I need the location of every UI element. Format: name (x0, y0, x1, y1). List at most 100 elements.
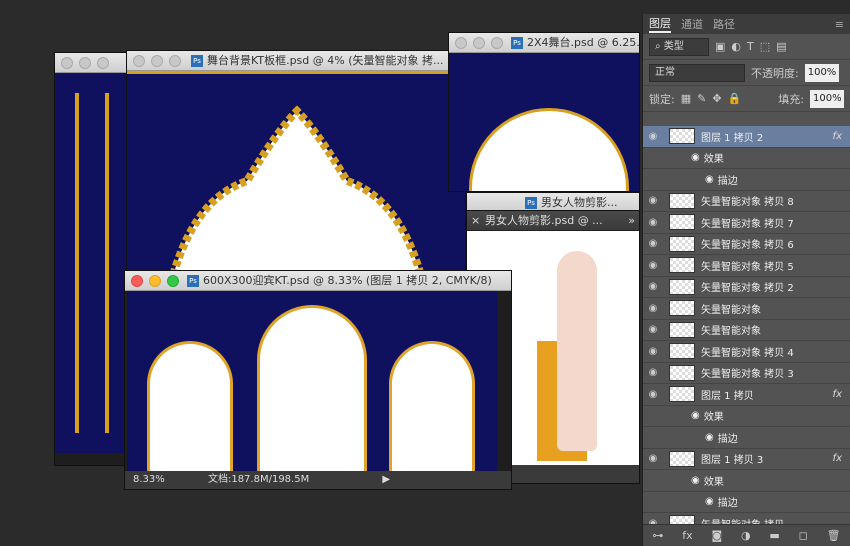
doc-window-stage-2x4[interactable]: Ps 2X4舞台.psd @ 6.25... (448, 32, 640, 192)
eye-icon[interactable]: ◉ (705, 432, 714, 443)
zoom-level[interactable]: 8.33% (133, 474, 165, 485)
new-layer-icon[interactable]: ◻ (799, 529, 808, 542)
mask-icon[interactable]: ◙ (711, 529, 722, 542)
more-tabs-icon[interactable]: » (628, 211, 635, 230)
doc-window-left-partial[interactable] (54, 52, 134, 466)
tab-paths[interactable]: 路径 (713, 16, 735, 32)
layer-row[interactable]: ◉矢量智能对象 拷贝 (643, 513, 850, 524)
tab-layers[interactable]: 图层 (649, 15, 671, 33)
layer-row[interactable]: ◉ 图层 1 拷贝 3 fx (643, 449, 850, 470)
filter-type-icon[interactable]: T (747, 40, 754, 53)
eye-icon[interactable]: ◉ (691, 475, 700, 486)
minimize-icon[interactable] (149, 275, 161, 287)
eye-icon[interactable]: ◉ (643, 195, 663, 206)
layer-row[interactable]: ◉ 矢量智能对象 拷贝 5 (643, 255, 850, 277)
minimize-icon[interactable] (79, 57, 91, 69)
titlebar[interactable]: Ps 舞台背景KT板框.psd @ 4% (矢量智能对象 拷... (127, 51, 465, 71)
minimize-icon[interactable] (473, 37, 485, 49)
layer-row[interactable]: ◉ 描边 (643, 169, 850, 191)
lock-transparent-icon[interactable]: ▦ (681, 92, 691, 105)
layer-name: 矢量智能对象 拷贝 6 (701, 240, 794, 252)
titlebar[interactable]: × 男女人物剪影.psd @ ... » (467, 211, 639, 231)
eye-icon[interactable]: ◉ (643, 367, 663, 378)
eye-icon[interactable]: ◉ (643, 281, 663, 292)
eye-icon[interactable]: ◉ (643, 303, 663, 314)
doc-info[interactable]: 文档:187.8M/198.5M (208, 474, 309, 485)
opacity-input[interactable]: 100% (804, 63, 839, 82)
tab-channels[interactable]: 通道 (681, 16, 703, 32)
filter-adjust-icon[interactable]: ◐ (731, 40, 741, 53)
window-title: 600X300迎宾KT.psd @ 8.33% (图层 1 拷贝 2, CMYK… (203, 274, 492, 287)
panel-menu-icon[interactable]: ≡ (835, 18, 844, 31)
layer-fx-icon[interactable]: fx (833, 453, 842, 464)
close-icon[interactable] (455, 37, 467, 49)
zoom-icon[interactable] (169, 55, 181, 67)
eye-icon[interactable]: ◉ (643, 238, 663, 249)
close-tab-icon[interactable]: × (471, 211, 480, 230)
blend-mode-select[interactable]: 正常 (649, 63, 745, 82)
canvas[interactable] (449, 53, 639, 191)
layer-row[interactable]: ◉ 矢量智能对象 拷贝 3 (643, 363, 850, 384)
lock-paint-icon[interactable]: ✎ (697, 92, 706, 105)
close-icon[interactable] (61, 57, 73, 69)
status-menu-arrow-icon[interactable]: ▶ (382, 474, 390, 485)
fill-input[interactable]: 100% (810, 89, 844, 108)
trash-icon[interactable]: 🗑 (827, 529, 841, 542)
titlebar[interactable]: Ps 600X300迎宾KT.psd @ 8.33% (图层 1 拷贝 2, CM… (125, 271, 511, 291)
zoom-icon[interactable] (491, 37, 503, 49)
layer-row[interactable]: ◉ 矢量智能对象 拷贝 4 (643, 341, 850, 363)
doc-window-welcome-kt[interactable]: Ps 600X300迎宾KT.psd @ 8.33% (图层 1 拷贝 2, CM… (124, 270, 512, 490)
layer-row[interactable]: ◉ 效果 (643, 406, 850, 427)
eye-icon[interactable]: ◉ (705, 174, 714, 185)
eye-icon[interactable]: ◉ (643, 324, 663, 335)
folder-icon[interactable]: ▬ (769, 529, 779, 542)
layer-row[interactable]: ◉ 图层 1 拷贝 fx (643, 384, 850, 406)
layer-row[interactable]: ◉ 描边 (643, 492, 850, 513)
lock-move-icon[interactable]: ✥ (712, 92, 721, 105)
layer-name: 矢量智能对象 拷贝 (701, 516, 784, 524)
layer-name: 矢量智能对象 拷贝 8 (701, 197, 794, 209)
minimize-icon[interactable] (151, 55, 163, 67)
eye-icon[interactable]: ◉ (643, 260, 663, 271)
layer-row[interactable]: ◉ 描边 (643, 427, 850, 449)
filter-shape-icon[interactable]: ⬚ (760, 40, 770, 53)
close-icon[interactable] (133, 55, 145, 67)
layer-fx-icon[interactable]: fx (833, 131, 842, 142)
eye-icon[interactable]: ◉ (705, 496, 714, 507)
layer-row[interactable]: ◉ 效果 (643, 470, 850, 492)
layer-row[interactable]: ◉ 图层 1 拷贝 2 fx (643, 126, 850, 148)
zoom-icon[interactable] (97, 57, 109, 69)
zoom-icon[interactable] (167, 275, 179, 287)
layer-filter-select[interactable]: ⌕ 类型 (649, 37, 709, 56)
layers-list[interactable]: ◉ 图层 1 拷贝 2 fx ◉ 效果 ◉ 描边 ◉ 矢量智能对象 拷贝 8 ◉ 矢量智能对象 拷贝… (643, 126, 850, 524)
eye-icon[interactable]: ◉ (643, 131, 663, 142)
layer-row[interactable]: ◉ 矢量智能对象 (643, 298, 850, 320)
layer-row[interactable]: ◉ 矢量智能对象 拷贝 8 (643, 191, 850, 212)
titlebar[interactable] (55, 53, 133, 73)
filter-pixel-icon[interactable]: ▣ (715, 40, 725, 53)
eye-icon[interactable]: ◉ (691, 410, 700, 421)
filter-smart-icon[interactable]: ▤ (776, 40, 786, 53)
layer-row[interactable]: ◉ 矢量智能对象 拷贝 6 (643, 234, 850, 255)
psd-file-icon: Ps (187, 275, 199, 287)
layer-row[interactable]: ◉ 效果 (643, 148, 850, 169)
titlebar[interactable]: Ps 2X4舞台.psd @ 6.25... (449, 33, 639, 53)
eye-icon[interactable]: ◉ (643, 389, 663, 400)
layer-row[interactable]: ◉ 矢量智能对象 拷贝 2 (643, 277, 850, 298)
layer-fx-icon[interactable]: fx (833, 389, 842, 400)
link-icon[interactable]: ⊶ (652, 529, 663, 542)
adjustment-icon[interactable]: ◑ (741, 529, 751, 542)
eye-icon[interactable]: ◉ (643, 453, 663, 464)
fx-icon[interactable]: fx (682, 529, 692, 542)
lock-all-icon[interactable]: 🔒 (728, 92, 742, 105)
eye-icon[interactable]: ◉ (643, 346, 663, 357)
close-icon[interactable] (131, 275, 143, 287)
layer-thumbnail (669, 450, 695, 467)
layer-row[interactable]: ◉ 矢量智能对象 (643, 320, 850, 341)
layer-name: 效果 (703, 476, 724, 488)
canvas[interactable] (127, 291, 497, 485)
eye-icon[interactable]: ◉ (691, 152, 700, 163)
doc-window-silhouette-back[interactable]: Ps 男女人物剪影... (466, 192, 640, 212)
layer-row[interactable]: ◉ 矢量智能对象 拷贝 7 (643, 212, 850, 234)
eye-icon[interactable]: ◉ (643, 217, 663, 228)
